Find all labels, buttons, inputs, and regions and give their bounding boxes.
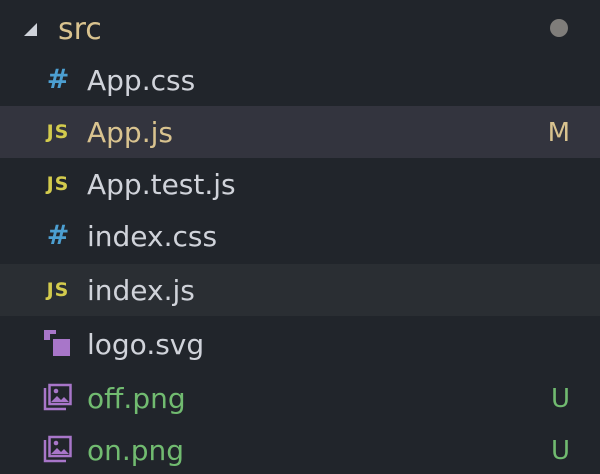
file-row-logo-svg[interactable]: logo.svg bbox=[0, 318, 600, 370]
modified-dot-icon bbox=[550, 19, 568, 37]
file-row-on-png[interactable]: on.png U bbox=[0, 424, 600, 474]
file-row-app-test-js[interactable]: JS App.test.js bbox=[0, 158, 600, 210]
file-name: logo.svg bbox=[87, 328, 205, 361]
svg-file-icon bbox=[42, 328, 74, 360]
file-row-app-css[interactable]: # App.css bbox=[0, 54, 600, 106]
chevron-expanded-icon[interactable] bbox=[24, 23, 37, 36]
image-file-icon bbox=[42, 434, 74, 466]
js-file-icon: JS bbox=[46, 279, 70, 301]
file-name: index.js bbox=[87, 274, 195, 307]
git-status-badge: U bbox=[550, 436, 570, 466]
file-name: App.css bbox=[87, 64, 196, 97]
folder-name: src bbox=[58, 12, 102, 47]
css-file-icon: # bbox=[46, 64, 70, 95]
folder-row-src[interactable]: src bbox=[0, 2, 600, 54]
file-name: index.css bbox=[87, 220, 218, 253]
js-file-icon: JS bbox=[46, 173, 70, 195]
css-file-icon: # bbox=[46, 220, 70, 251]
file-row-app-js[interactable]: JS App.js M bbox=[0, 106, 600, 158]
file-row-index-js[interactable]: JS index.js bbox=[0, 264, 600, 316]
file-row-off-png[interactable]: off.png U bbox=[0, 372, 600, 424]
file-name: on.png bbox=[87, 434, 185, 467]
js-file-icon: JS bbox=[46, 121, 70, 143]
file-name: App.test.js bbox=[87, 168, 236, 201]
file-explorer: src # App.css JS App.js M JS App.test.js… bbox=[0, 0, 600, 474]
git-status-badge: M bbox=[547, 118, 570, 148]
file-name: off.png bbox=[87, 382, 186, 415]
file-name: App.js bbox=[87, 116, 173, 149]
file-row-index-css[interactable]: # index.css bbox=[0, 210, 600, 262]
git-status-badge: U bbox=[550, 384, 570, 414]
image-file-icon bbox=[42, 382, 74, 414]
